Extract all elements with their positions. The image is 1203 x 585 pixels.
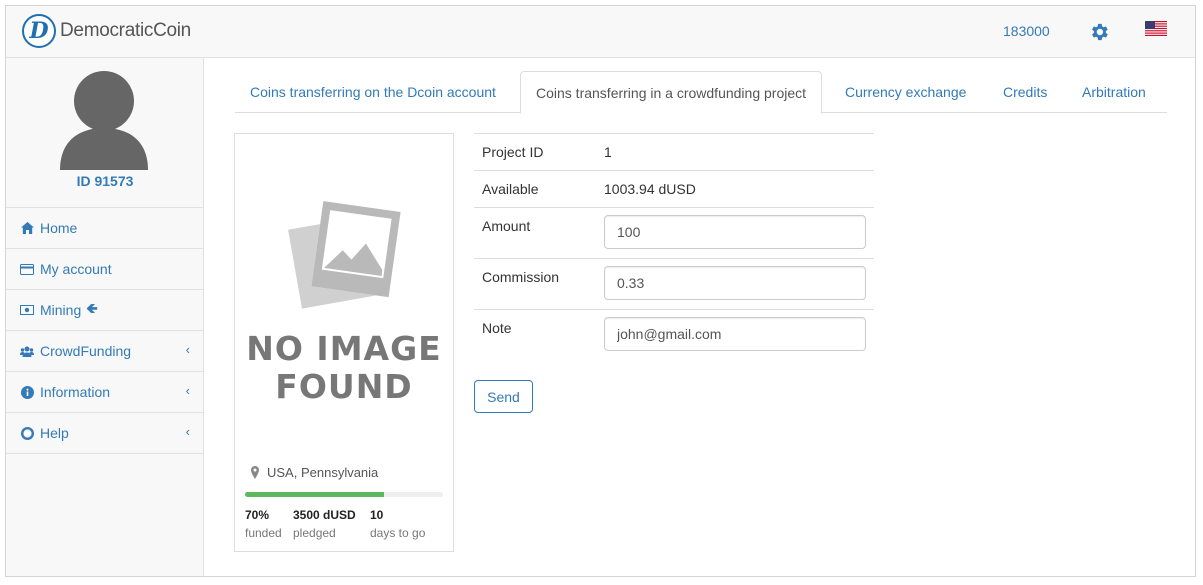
gear-icon[interactable]	[1088, 21, 1110, 43]
stat-pledged: 3500 dUSD pledged	[293, 508, 356, 540]
note-input[interactable]	[604, 317, 866, 351]
credit-card-icon	[20, 262, 34, 276]
row-commission: Commission	[474, 259, 874, 310]
users-icon	[20, 344, 34, 358]
tab-crowdfunding-transfer[interactable]: Coins transferring in a crowdfunding pro…	[520, 71, 823, 114]
location-text: USA, Pennsylvania	[267, 465, 379, 480]
sidebar-item-home[interactable]: Home	[6, 208, 204, 249]
amount-label: Amount	[482, 218, 531, 234]
chevron-left-icon: ‹	[185, 424, 190, 439]
pledged-label: pledged	[293, 526, 336, 540]
funding-progress-bar	[245, 492, 443, 497]
tab-dcoin-account-transfer[interactable]: Coins transferring on the Dcoin account	[235, 71, 511, 113]
stat-days-to-go: 10 days to go	[370, 508, 425, 540]
info-icon	[20, 385, 34, 399]
project-id-value: 1	[604, 144, 612, 160]
arrow-left-icon: 🡸	[86, 300, 98, 316]
amount-input[interactable]	[604, 215, 866, 249]
no-image-line1: NO IMAGE	[246, 329, 442, 368]
sidebar-item-label: Help	[40, 425, 69, 441]
commission-label: Commission	[482, 269, 560, 285]
row-amount: Amount	[474, 208, 874, 259]
no-image-line2: FOUND	[275, 367, 413, 406]
funded-label: funded	[245, 526, 282, 540]
row-note: Note	[474, 310, 874, 361]
commission-input[interactable]	[604, 266, 866, 300]
tab-bar: Coins transferring on the Dcoin account …	[235, 71, 1167, 114]
app-name: DemocraticCoin	[60, 20, 191, 41]
send-button[interactable]: Send	[474, 380, 533, 413]
us-flag-icon[interactable]	[1145, 21, 1167, 36]
sidebar-item-my-account[interactable]: My account	[6, 249, 204, 290]
row-available: Available 1003.94 dUSD	[474, 171, 874, 208]
logo[interactable]: D DemocraticCoin	[22, 14, 191, 48]
map-marker-icon	[251, 466, 259, 479]
top-navbar: D DemocraticCoin 183000	[6, 6, 1195, 58]
tab-arbitration[interactable]: Arbitration	[1067, 71, 1161, 113]
money-icon	[20, 303, 34, 317]
sidebar-item-mining[interactable]: Mining 🡸	[6, 290, 204, 331]
avatar	[60, 71, 148, 170]
app-window: D DemocraticCoin 183000 ID 91573 Home My…	[5, 5, 1196, 577]
life-ring-icon	[20, 426, 34, 440]
sidebar-item-label: My account	[40, 261, 112, 277]
sidebar-item-information[interactable]: Information ‹	[6, 372, 204, 413]
project-card[interactable]: NO IMAGE FOUND USA, Pennsylvania 70% fun…	[234, 133, 454, 552]
sidebar-item-label: Mining	[40, 302, 82, 318]
sidebar-item-help[interactable]: Help ‹	[6, 413, 204, 454]
days-label: days to go	[370, 526, 426, 540]
available-value: 1003.94 dUSD	[604, 181, 696, 197]
sidebar-item-crowdfunding[interactable]: CrowdFunding ‹	[6, 331, 204, 372]
balance-link[interactable]: 183000	[1003, 23, 1050, 39]
funding-progress-fill	[245, 492, 384, 497]
stat-funded: 70% funded	[245, 508, 282, 540]
project-id-label: Project ID	[482, 144, 544, 160]
sidebar: ID 91573 Home My account Mining 🡸 CrowdF…	[6, 58, 204, 576]
logo-icon: D	[22, 14, 56, 48]
sidebar-item-label: Information	[40, 384, 111, 400]
project-location: USA, Pennsylvania	[250, 465, 378, 480]
note-label: Note	[482, 320, 512, 336]
sidebar-menu: Home My account Mining 🡸 CrowdFunding ‹ …	[6, 207, 204, 454]
days-value: 10	[370, 508, 384, 522]
chevron-left-icon: ‹	[185, 342, 190, 357]
no-image-text: NO IMAGE FOUND	[235, 330, 453, 406]
funded-value: 70%	[245, 508, 270, 522]
home-icon	[20, 221, 34, 235]
chevron-left-icon: ‹	[185, 383, 190, 398]
tab-credits[interactable]: Credits	[988, 71, 1062, 113]
sidebar-item-label: Home	[40, 220, 78, 236]
tab-currency-exchange[interactable]: Currency exchange	[830, 71, 981, 113]
user-id[interactable]: ID 91573	[6, 173, 204, 189]
sidebar-item-label: CrowdFunding	[40, 343, 132, 359]
pledged-value: 3500 dUSD	[293, 508, 356, 522]
transfer-form: Project ID 1 Available 1003.94 dUSD Amou…	[474, 133, 874, 361]
row-project-id: Project ID 1	[474, 134, 874, 171]
available-label: Available	[482, 181, 539, 197]
